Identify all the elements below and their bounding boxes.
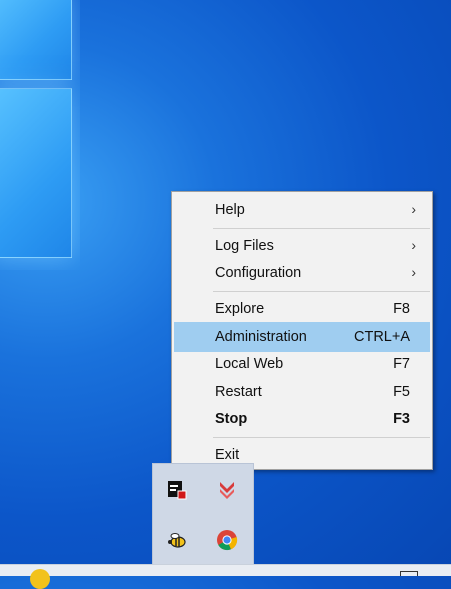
menu-item-log-files[interactable]: Log Files › [174, 231, 430, 261]
menu-item-help[interactable]: Help › [174, 195, 430, 225]
logo-pane-bottom [0, 88, 72, 258]
menu-separator [213, 228, 430, 229]
download-arrow-icon[interactable] [215, 478, 239, 502]
menu-item-explore[interactable]: Explore F8 [174, 294, 430, 324]
tray-overflow-panel [152, 463, 254, 565]
server-app-icon[interactable] [165, 478, 189, 502]
menu-item-configuration[interactable]: Configuration › [174, 258, 430, 288]
submenu-arrow-icon: › [411, 237, 416, 253]
taskbar-app-icon[interactable] [30, 569, 50, 589]
submenu-arrow-icon: › [411, 201, 416, 217]
menu-item-local-web[interactable]: Local Web F7 [174, 349, 430, 379]
chrome-icon[interactable] [215, 528, 239, 552]
menu-separator [213, 291, 430, 292]
logo-pane-top [0, 0, 72, 80]
windows-logo-wallpaper [0, 0, 80, 270]
menu-item-stop[interactable]: Stop F3 [174, 404, 430, 434]
taskbar [0, 564, 451, 576]
menu-separator [213, 437, 430, 438]
tray-context-menu: Help › Log Files › Configuration › Explo… [171, 191, 433, 470]
bee-icon[interactable] [165, 528, 189, 552]
taskbar-show-desktop-icon[interactable] [400, 571, 418, 576]
menu-item-administration[interactable]: Administration CTRL+A [174, 322, 430, 352]
menu-item-restart[interactable]: Restart F5 [174, 377, 430, 407]
submenu-arrow-icon: › [411, 264, 416, 280]
